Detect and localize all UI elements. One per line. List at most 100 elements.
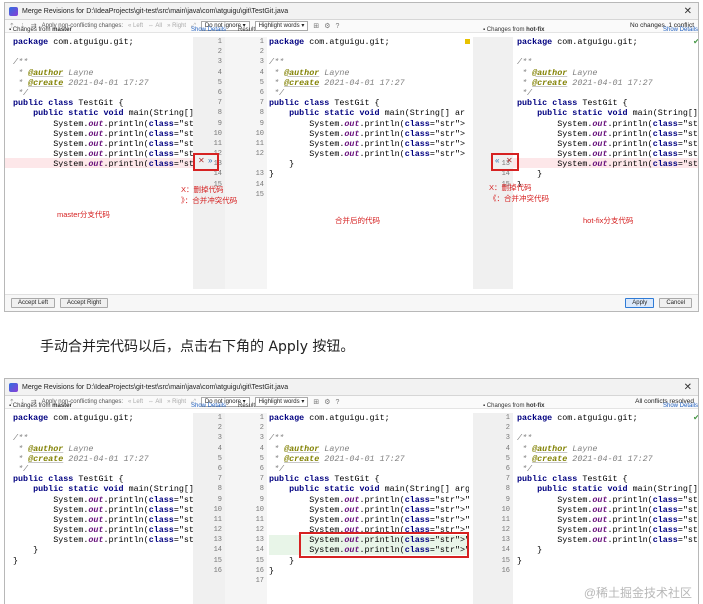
code-line: System.out.println(class="str">"hello gi… xyxy=(517,504,698,515)
code-line: System.out.println(class="str">"hello gi… xyxy=(13,118,195,129)
annotation-left-merge: 》：合并冲突代码 xyxy=(181,196,238,205)
line-number: 13 xyxy=(255,170,264,179)
right-show-details-link[interactable]: Show Details xyxy=(663,27,698,33)
code-line: public class TestGit { xyxy=(269,474,380,485)
left-code-pane[interactable]: package com.atguigu.git; /** * @author L… xyxy=(13,37,195,167)
right-show-details-link-2[interactable]: Show Details xyxy=(663,403,698,409)
code-line: } xyxy=(517,179,523,187)
code-line: public static void main(String[] args) { xyxy=(33,484,194,495)
line-number: 6 xyxy=(259,88,264,97)
code-line: } xyxy=(517,545,543,556)
code-line: * @author Layne xyxy=(517,443,598,454)
line-number: 16 xyxy=(255,566,264,575)
right-code-pane-2[interactable]: package com.atguigu.git; /** * @author L… xyxy=(517,413,698,593)
accept-right-icon[interactable]: « xyxy=(495,156,499,165)
right-code-pane[interactable]: package com.atguigu.git; /** * @author L… xyxy=(517,37,698,187)
code-line: System.out.println(class="str">"hello gi… xyxy=(269,504,469,515)
code-line: * @author Layne xyxy=(517,67,598,78)
line-number: 8 xyxy=(217,109,222,118)
code-line: public class TestGit { xyxy=(269,98,380,109)
code-line: * @author Layne xyxy=(13,443,94,454)
cancel-button[interactable]: Cancel xyxy=(659,298,692,308)
left-code-pane-2[interactable]: package com.atguigu.git; /** * @author L… xyxy=(13,413,195,593)
result-gutter-2: 1 2 3 4 5 6 7 8 9 10 11 12 13 14 15 16 17 xyxy=(225,413,267,604)
left-show-details-link[interactable]: Show Details xyxy=(191,27,226,33)
code-line: * @author Layne xyxy=(269,67,350,78)
code-line: * @create 2021-04-01 17:27 xyxy=(269,77,405,88)
line-number: 14 xyxy=(255,546,264,555)
code-line: System.out.println(class="str">"hello gi… xyxy=(517,128,698,139)
line-number: 9 xyxy=(505,495,510,504)
line-number: 16 xyxy=(501,566,510,575)
bottom-bar: Accept Left Accept Right Apply Cancel xyxy=(5,294,698,311)
left-show-details-link-2[interactable]: Show Details xyxy=(191,403,226,409)
code-line: */ xyxy=(13,463,29,474)
code-line: System.out.println(class="str">"master t… xyxy=(13,535,195,546)
code-line: package com.atguigu.git; xyxy=(269,37,390,47)
code-line: } xyxy=(269,169,275,180)
status-check-icon: ✔ xyxy=(693,37,698,46)
code-line: /** xyxy=(13,433,29,444)
apply-button[interactable]: Apply xyxy=(625,298,655,308)
code-line: System.out.println(class="str">"hello gi… xyxy=(13,494,195,505)
accept-right-button[interactable]: Accept Right xyxy=(60,298,109,308)
code-line: System.out.println(class="str">"hot-fix … xyxy=(517,159,698,170)
merged-lines-box xyxy=(299,532,469,558)
line-number: 2 xyxy=(505,424,510,433)
code-line: System.out.println(class="str">"hello gi… xyxy=(517,118,698,129)
code-line: */ xyxy=(517,87,533,98)
line-number: 10 xyxy=(501,505,510,514)
line-number: 4 xyxy=(259,444,264,453)
result-code-pane-2[interactable]: package com.atguigu.git; /** * @author L… xyxy=(269,413,469,593)
line-number: 1 xyxy=(505,414,510,422)
result-code-pane[interactable]: package com.atguigu.git; /** * @author L… xyxy=(269,37,465,187)
line-number: 7 xyxy=(217,475,222,484)
code-line: * @create 2021-04-01 17:27 xyxy=(13,77,149,88)
code-line: System.out.println(class="str">"hello gi… xyxy=(13,504,195,515)
code-line: */ xyxy=(269,463,285,474)
code-line: /** xyxy=(13,57,29,68)
left-pane-header-2: ▪ Changes from master xyxy=(9,403,72,409)
close-icon[interactable]: ✕ xyxy=(684,6,692,17)
code-line: public static void main(String[] args) { xyxy=(289,484,469,495)
result-gutter: 1 2 3 4 5 6 7 8 9 10 11 12 13 14 15 xyxy=(225,37,267,289)
code-line: public class TestGit { xyxy=(517,474,628,485)
close-icon-2[interactable]: ✕ xyxy=(684,382,692,393)
merge-window-2: Merge Revisions for D:\IdeaProjects\git-… xyxy=(4,378,699,604)
line-number: 12 xyxy=(501,526,510,535)
right-header-prefix: Changes from xyxy=(486,27,525,33)
window-title: Merge Revisions for D:\IdeaProjects\git-… xyxy=(22,7,289,15)
code-line: package com.atguigu.git; xyxy=(517,413,638,423)
window-title-2: Merge Revisions for D:\IdeaProjects\git-… xyxy=(22,383,289,391)
accept-left-icon[interactable]: » xyxy=(208,156,212,165)
caption-text: 手动合并完代码以后，点击右下角的 Apply 按钮。 xyxy=(40,339,355,355)
code-line: * @author Layne xyxy=(269,443,350,454)
code-line: System.out.println(class="str">"hello gi… xyxy=(517,514,698,525)
left-header-prefix-2: Changes from xyxy=(12,403,51,409)
line-number: 7 xyxy=(259,475,264,484)
result-header: Result xyxy=(238,27,256,33)
title-bar: Merge Revisions for D:\IdeaProjects\git-… xyxy=(5,3,698,20)
code-line: public static void main(String[] args) { xyxy=(537,108,698,119)
line-number: 15 xyxy=(213,556,222,565)
pane-headers: ▪ Changes from master Show Details Resul… xyxy=(5,27,698,36)
right-branch-name: hot-fix xyxy=(526,27,545,33)
line-number: 14 xyxy=(501,546,510,555)
master-branch-label: master分支代码 xyxy=(57,210,110,219)
right-header-prefix-2: Changes from xyxy=(486,403,525,409)
left-branch-name: master xyxy=(52,27,72,33)
code-line: System.out.println(class="str">"hello gi… xyxy=(517,494,698,505)
line-number: 6 xyxy=(217,464,222,473)
discard-left-icon[interactable]: ✕ xyxy=(198,156,205,165)
discard-right-icon[interactable]: ✕ xyxy=(506,156,513,165)
code-line: public static void main(String[] args) { xyxy=(33,108,194,119)
code-line: package com.atguigu.git; xyxy=(517,37,638,47)
accept-left-button[interactable]: Accept Left xyxy=(11,298,56,308)
code-line: System.out.println(class="str">"hello gi… xyxy=(269,118,465,129)
line-number: 10 xyxy=(213,129,222,138)
